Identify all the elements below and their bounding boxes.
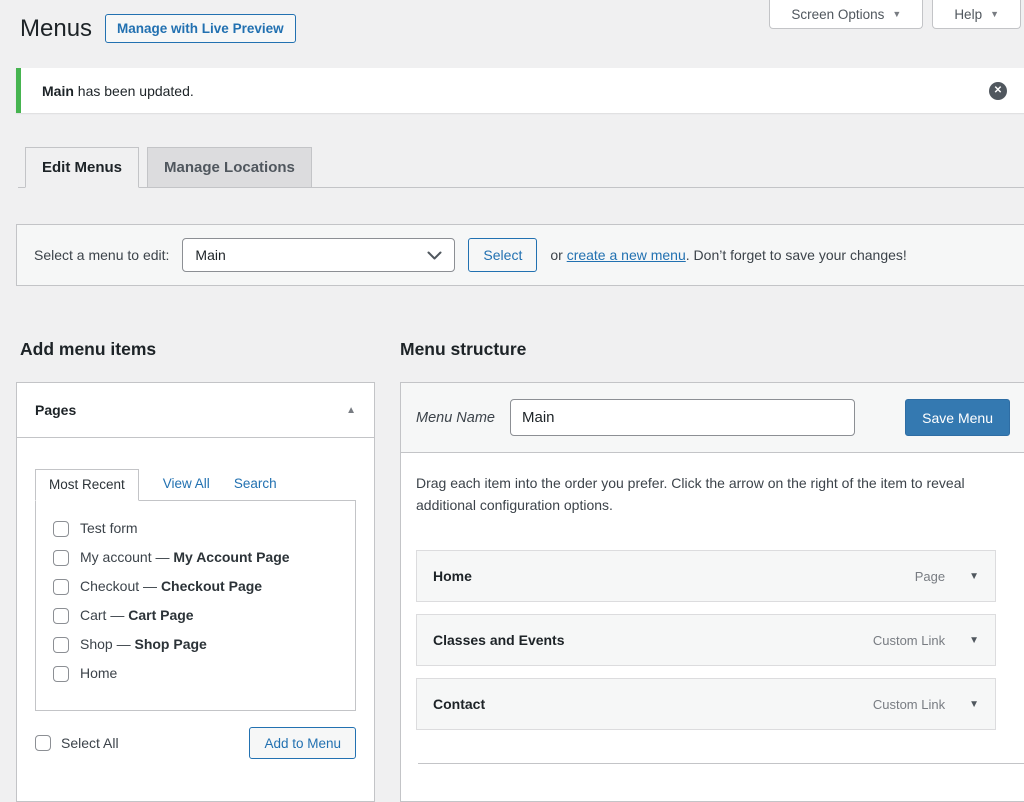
menu-structure-heading: Menu structure	[400, 339, 526, 360]
page-label-bold: My Account Page	[173, 549, 289, 565]
screen-options-label: Screen Options	[791, 7, 884, 22]
page-checkbox[interactable]	[53, 608, 69, 624]
menu-item-home[interactable]: Home Page ▼	[416, 550, 996, 602]
pages-quick-tabs: Most Recent View All Search	[35, 469, 356, 500]
collapse-panel-icon[interactable]: ▲	[346, 405, 356, 416]
menu-items-list: Home Page ▼ Classes and Events Custom Li…	[416, 550, 1010, 730]
update-notice: Main has been updated. ✕	[16, 68, 1024, 113]
tab-manage-locations[interactable]: Manage Locations	[147, 147, 312, 188]
add-menu-items-heading: Add menu items	[20, 339, 156, 360]
menu-structure-body: Drag each item into the order you prefer…	[401, 453, 1024, 764]
page-checkbox[interactable]	[53, 666, 69, 682]
menu-name-label: Menu Name	[416, 410, 495, 426]
menu-item-title: Home	[433, 568, 472, 584]
pages-panel: Pages ▲ Most Recent View All Search Test…	[16, 382, 375, 802]
menu-item-title: Contact	[433, 696, 485, 712]
list-item: Shop — Shop Page	[36, 630, 355, 659]
page-label: Test form	[80, 518, 138, 539]
menu-structure-header: Menu Name Save Menu	[401, 383, 1024, 453]
notice-menu-name: Main	[42, 83, 74, 99]
menu-name-input[interactable]	[510, 399, 855, 436]
page-label-bold: Cart Page	[128, 607, 193, 623]
manage-live-preview-button[interactable]: Manage with Live Preview	[105, 14, 296, 43]
save-menu-button[interactable]: Save Menu	[905, 399, 1010, 436]
page-label-bold: Shop Page	[134, 636, 206, 652]
page-label: My account — My Account Page	[80, 547, 290, 568]
help-label: Help	[954, 7, 982, 22]
select-all-label: Select All	[61, 735, 119, 751]
menu-item-type: Page	[915, 569, 945, 584]
menu-item-type: Custom Link	[873, 633, 945, 648]
notice-text: has been updated.	[74, 83, 194, 99]
notice-message: Main has been updated.	[42, 83, 194, 99]
page-checkbox[interactable]	[53, 637, 69, 653]
pages-panel-footer: Select All Add to Menu	[35, 727, 356, 759]
page-label-text: Shop —	[80, 636, 134, 652]
page-label-text: Checkout —	[80, 578, 161, 594]
page-label: Cart — Cart Page	[80, 605, 194, 626]
menu-item-contact[interactable]: Contact Custom Link ▼	[416, 678, 996, 730]
list-item: Home	[36, 659, 355, 688]
select-button[interactable]: Select	[468, 238, 537, 272]
manage-menus-bar: Select a menu to edit: Main Select or cr…	[16, 224, 1024, 286]
dismiss-notice-icon[interactable]: ✕	[989, 82, 1007, 100]
menu-item-classes-and-events[interactable]: Classes and Events Custom Link ▼	[416, 614, 996, 666]
pages-panel-title: Pages	[35, 402, 76, 418]
menu-select-dropdown[interactable]: Main	[182, 238, 455, 272]
menu-item-type: Custom Link	[873, 697, 945, 712]
chevron-down-icon	[427, 251, 442, 260]
add-to-menu-button[interactable]: Add to Menu	[249, 727, 356, 759]
chevron-down-icon: ▼	[990, 9, 999, 19]
nav-tabs: Edit Menus Manage Locations	[18, 147, 1024, 188]
page-label-text: My account —	[80, 549, 173, 565]
menu-select-value: Main	[195, 247, 225, 263]
save-reminder-text: . Don’t forget to save your changes!	[686, 247, 907, 263]
tab-edit-menus[interactable]: Edit Menus	[25, 147, 139, 188]
page-checkbox[interactable]	[53, 579, 69, 595]
tab-most-recent[interactable]: Most Recent	[35, 469, 139, 501]
expand-item-icon[interactable]: ▼	[969, 699, 979, 710]
pages-checklist: Test form My account — My Account Page C…	[35, 500, 356, 711]
list-item: Checkout — Checkout Page	[36, 572, 355, 601]
menu-settings-divider	[418, 763, 1024, 764]
list-item: My account — My Account Page	[36, 543, 355, 572]
drag-instructions: Drag each item into the order you prefer…	[416, 473, 1010, 516]
chevron-down-icon: ▼	[892, 9, 901, 19]
menu-structure-panel: Menu Name Save Menu Drag each item into …	[400, 382, 1024, 802]
or-prefix: or	[550, 247, 566, 263]
help-button[interactable]: Help ▼	[932, 0, 1021, 29]
pages-panel-body: Most Recent View All Search Test form My…	[17, 438, 374, 759]
expand-item-icon[interactable]: ▼	[969, 635, 979, 646]
page-label-text: Test form	[80, 520, 138, 536]
tab-search[interactable]: Search	[234, 476, 277, 500]
select-all-checkbox[interactable]	[35, 735, 51, 751]
screen-options-button[interactable]: Screen Options ▼	[769, 0, 923, 29]
page-label: Shop — Shop Page	[80, 634, 207, 655]
list-item: Test form	[36, 514, 355, 543]
list-item: Cart — Cart Page	[36, 601, 355, 630]
page-checkbox[interactable]	[53, 521, 69, 537]
page-title: Menus	[20, 15, 92, 43]
create-menu-text: or create a new menu. Don’t forget to sa…	[550, 247, 906, 263]
expand-item-icon[interactable]: ▼	[969, 571, 979, 582]
tab-view-all[interactable]: View All	[163, 476, 210, 500]
page-label-text: Cart —	[80, 607, 128, 623]
page-label-bold: Checkout Page	[161, 578, 262, 594]
select-menu-label: Select a menu to edit:	[34, 247, 169, 263]
pages-panel-header[interactable]: Pages ▲	[17, 383, 374, 438]
create-new-menu-link[interactable]: create a new menu	[567, 247, 686, 263]
menu-item-title: Classes and Events	[433, 632, 565, 648]
page-label-text: Home	[80, 665, 117, 681]
page-label: Home	[80, 663, 117, 684]
page-label: Checkout — Checkout Page	[80, 576, 262, 597]
page-checkbox[interactable]	[53, 550, 69, 566]
page-header: Menus Manage with Live Preview	[20, 14, 296, 43]
